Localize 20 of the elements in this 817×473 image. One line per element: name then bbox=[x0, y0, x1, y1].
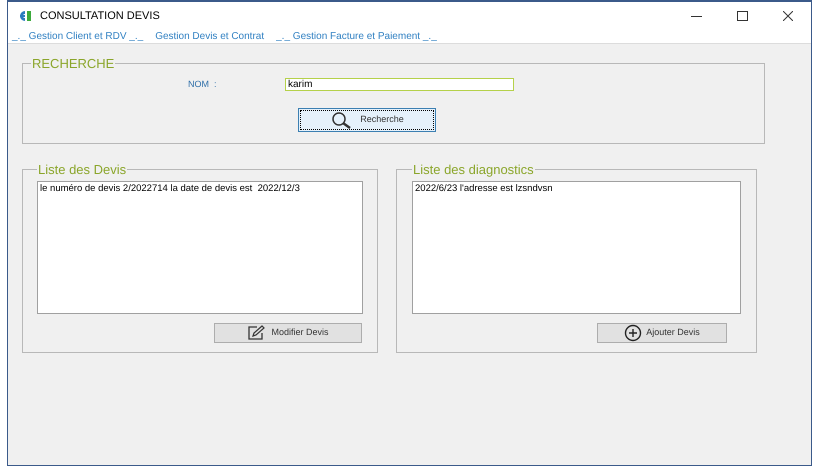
close-icon bbox=[783, 11, 793, 21]
edit-icon bbox=[247, 325, 268, 340]
list-box[interactable]: le numéro de devis 2/2022714 la date de devis est 2022/12/3 bbox=[37, 180, 363, 314]
section-title: Liste des Devis bbox=[37, 161, 128, 179]
search-button[interactable]: Recherche bbox=[298, 108, 436, 132]
edit-button[interactable]: Modifier Devis bbox=[214, 322, 362, 342]
field-label: NOM : bbox=[188, 78, 218, 90]
list-box[interactable]: 2022/6/23 l'adresse est lzsndvsn bbox=[412, 180, 741, 314]
menu-item[interactable]: _._ Gestion Facture et Paiement _._ bbox=[276, 29, 437, 44]
plus-circle-icon bbox=[624, 324, 642, 342]
list-item[interactable]: 2022/6/23 l'adresse est lzsndvsn bbox=[415, 182, 738, 194]
list-item[interactable]: le numéro de devis 2/2022714 la date de devis est 2022/12/3 bbox=[40, 182, 360, 194]
section-title: RECHERCHE bbox=[31, 55, 116, 73]
window-title: CONSULTATION DEVIS bbox=[40, 8, 160, 24]
menu-item[interactable]: Gestion Devis et Contrat bbox=[155, 29, 264, 44]
menu-item[interactable]: _._ Gestion Client et RDV _._ bbox=[12, 29, 144, 44]
add-button[interactable]: Ajouter Devis bbox=[597, 322, 727, 342]
name-field[interactable]: karim bbox=[285, 78, 514, 91]
maximize-icon bbox=[736, 11, 748, 21]
section-title: Liste des diagnostics bbox=[412, 161, 535, 179]
